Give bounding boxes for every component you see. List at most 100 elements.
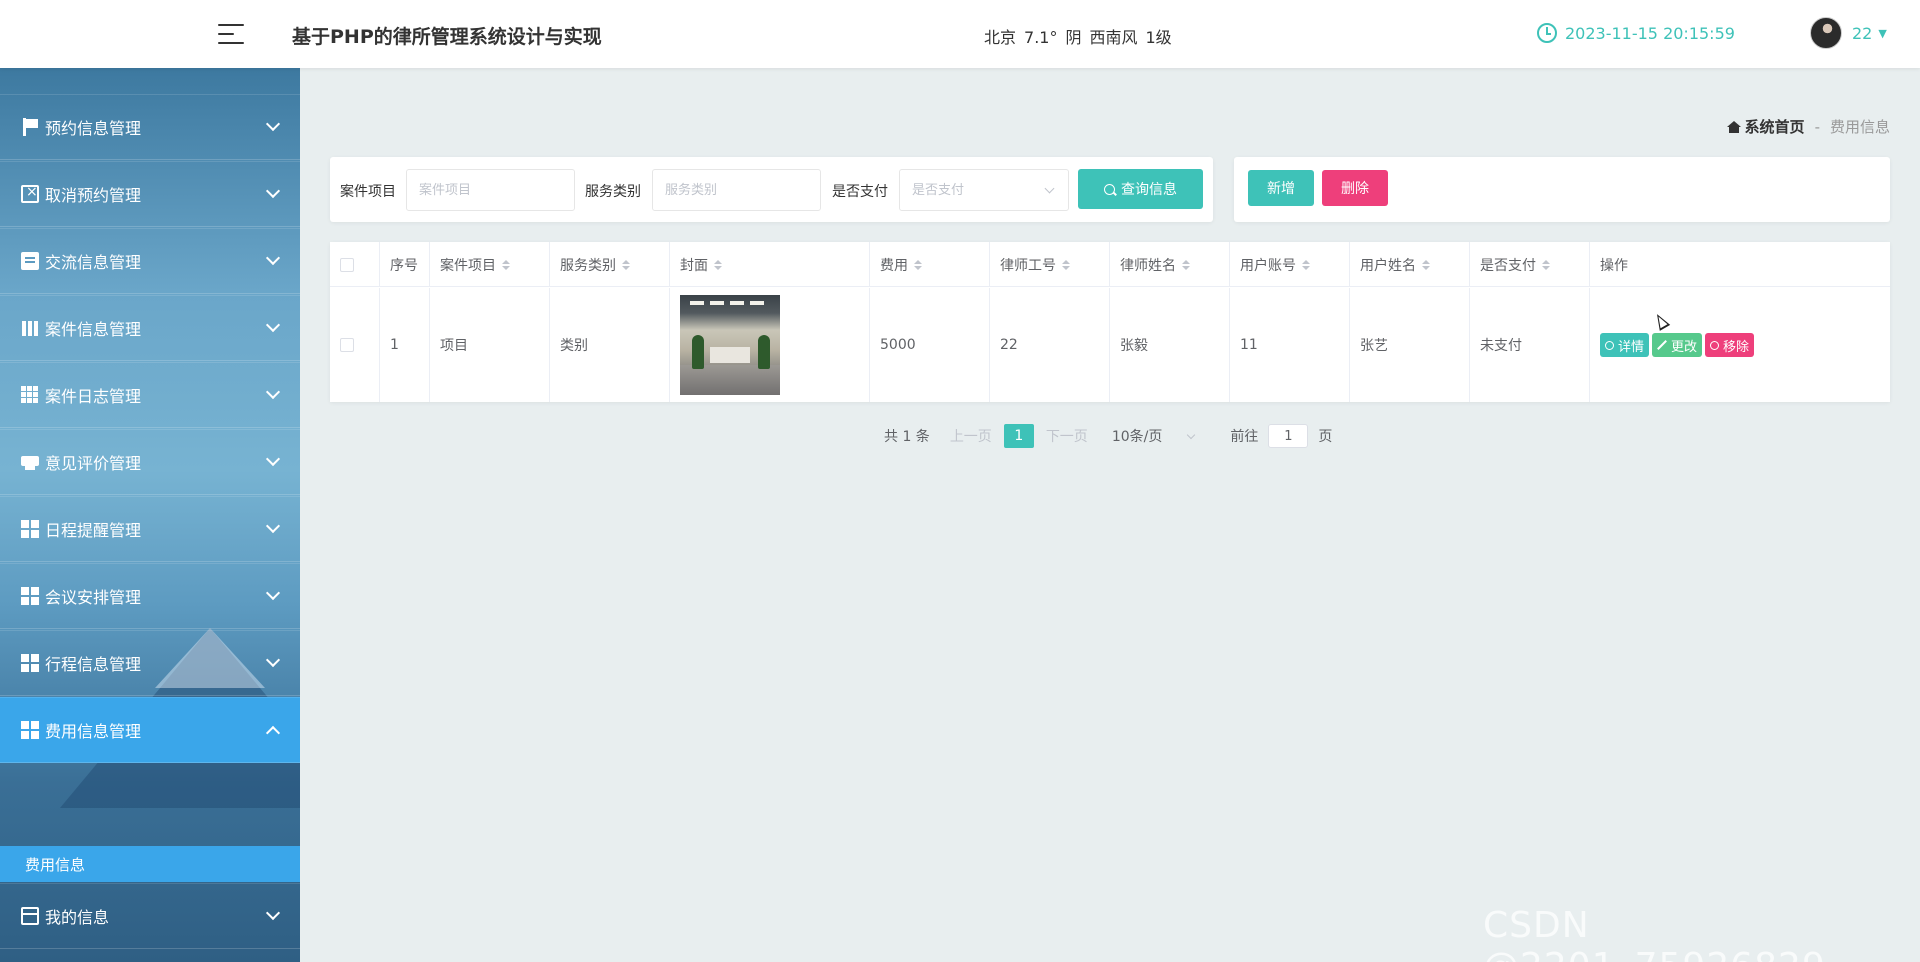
sort-icon[interactable] bbox=[914, 259, 922, 270]
chevron-down-icon bbox=[265, 451, 281, 467]
search-panel: 案件项目 服务类别 是否支付 查询信息 bbox=[330, 157, 1213, 222]
books-icon bbox=[21, 319, 39, 337]
sort-icon[interactable] bbox=[502, 259, 510, 270]
clipboard-icon bbox=[21, 252, 39, 270]
sidebar-item-itinerary[interactable]: 行程信息管理 bbox=[0, 630, 300, 696]
sidebar-item-appointment[interactable]: 预约信息管理 bbox=[0, 94, 300, 160]
cell-lawyer-name: 张毅 bbox=[1110, 288, 1230, 402]
sort-icon[interactable] bbox=[1542, 259, 1550, 270]
sort-icon[interactable] bbox=[622, 259, 630, 270]
sidebar-item-label: 案件信息管理 bbox=[45, 320, 142, 339]
delete-button[interactable]: 删除 bbox=[1322, 170, 1388, 206]
column-header[interactable]: 案件项目 bbox=[430, 242, 550, 287]
column-header[interactable]: 费用 bbox=[870, 242, 990, 287]
category-input[interactable] bbox=[652, 169, 821, 211]
sidebar-item-cancel-appointment[interactable]: 取消预约管理 bbox=[0, 161, 300, 227]
avatar[interactable] bbox=[1810, 17, 1842, 49]
column-header: 序号 bbox=[380, 242, 430, 287]
username[interactable]: 22 bbox=[1852, 24, 1872, 43]
pagination-total: 共 1 条 bbox=[884, 429, 930, 445]
next-page-button[interactable]: 下一页 bbox=[1046, 426, 1088, 446]
cover-image bbox=[680, 295, 780, 395]
card-icon bbox=[21, 907, 39, 925]
prev-page-button[interactable]: 上一页 bbox=[950, 426, 992, 446]
page-size-label: 10条/页 bbox=[1111, 429, 1163, 445]
datetime-text: 2023-11-15 20:15:59 bbox=[1565, 23, 1735, 43]
cell-lawyer-id: 22 bbox=[990, 288, 1110, 402]
page-suffix: 页 bbox=[1318, 429, 1333, 445]
home-icon bbox=[1726, 120, 1741, 133]
weather-level: 1级 bbox=[1145, 28, 1172, 47]
column-header[interactable]: 用户姓名 bbox=[1350, 242, 1470, 287]
sidebar-subitem-fee-info[interactable]: 费用信息 bbox=[0, 846, 300, 882]
sidebar-item-schedule[interactable]: 日程提醒管理 bbox=[0, 496, 300, 562]
breadcrumb-separator: - bbox=[1814, 117, 1820, 136]
column-header[interactable]: 封面 bbox=[670, 242, 870, 287]
sidebar-item-case-log[interactable]: 案件日志管理 bbox=[0, 362, 300, 428]
chevron-down-icon bbox=[265, 317, 281, 333]
row-checkbox[interactable] bbox=[340, 338, 354, 352]
menu-toggle-icon[interactable] bbox=[218, 22, 246, 46]
sidebar-item-label: 预约信息管理 bbox=[45, 119, 142, 138]
action-panel: 新增 删除 bbox=[1234, 157, 1890, 222]
cell-index: 1 bbox=[380, 288, 430, 402]
category-label: 服务类别 bbox=[585, 184, 641, 200]
sidebar-item-case[interactable]: 案件信息管理 bbox=[0, 295, 300, 361]
chevron-down-icon bbox=[265, 652, 281, 668]
remove-button[interactable]: 移除 bbox=[1705, 333, 1755, 357]
weather-temp: 7.1° bbox=[1024, 28, 1058, 47]
sort-icon[interactable] bbox=[714, 259, 722, 270]
sort-icon[interactable] bbox=[1302, 259, 1310, 270]
chevron-down-icon bbox=[265, 518, 281, 534]
breadcrumb-current: 费用信息 bbox=[1829, 118, 1890, 136]
select-all-checkbox[interactable] bbox=[340, 257, 354, 272]
caret-down-icon[interactable]: ▼ bbox=[1878, 27, 1886, 40]
sidebar-item-fees[interactable]: 费用信息管理 bbox=[0, 697, 300, 763]
sidebar-item-communication[interactable]: 交流信息管理 bbox=[0, 228, 300, 294]
add-button[interactable]: 新增 bbox=[1248, 170, 1314, 206]
detail-button[interactable]: 详情 bbox=[1600, 333, 1650, 357]
top-header: 基于PHP的律所管理系统设计与实现 北京 7.1° 阴西南风 1级 2023-11-1… bbox=[0, 0, 1920, 68]
dashboard-icon bbox=[21, 520, 39, 538]
goto-page-input[interactable] bbox=[1268, 424, 1309, 448]
chevron-down-icon bbox=[1187, 430, 1196, 439]
column-header[interactable]: 用户账号 bbox=[1230, 242, 1350, 287]
breadcrumb: 系统首页 - 费用信息 bbox=[1726, 116, 1890, 137]
search-icon bbox=[1605, 340, 1614, 350]
goto-label: 前往 bbox=[1230, 429, 1259, 445]
cell-category: 类别 bbox=[550, 288, 670, 402]
pagination: 共 1 条 上一页 1 下一页 10条/页 前往 页 bbox=[884, 424, 1332, 448]
user-menu[interactable]: 22 ▼ bbox=[1810, 17, 1887, 49]
column-header[interactable]: 是否支付 bbox=[1470, 242, 1590, 287]
paid-select[interactable] bbox=[899, 169, 1069, 211]
chevron-down-icon bbox=[265, 116, 281, 132]
page-number[interactable]: 1 bbox=[1003, 424, 1034, 448]
app-title: 基于PHP的律所管理系统设计与实现 bbox=[292, 26, 602, 48]
column-header[interactable]: 律师工号 bbox=[990, 242, 1110, 287]
column-header: 操作 bbox=[1600, 257, 1628, 274]
cell-operations: 详情 更改 移除 bbox=[1590, 288, 1890, 402]
breadcrumb-home[interactable]: 系统首页 bbox=[1745, 116, 1805, 137]
page-size-select[interactable]: 10条/页 bbox=[1111, 426, 1196, 446]
sort-icon[interactable] bbox=[1182, 259, 1190, 270]
sidebar-item-label: 案件日志管理 bbox=[45, 387, 142, 406]
cell-paid: 未支付 bbox=[1470, 288, 1590, 402]
sidebar-item-label: 日程提醒管理 bbox=[45, 521, 142, 540]
column-header[interactable]: 服务类别 bbox=[550, 242, 670, 287]
query-button-label: 查询信息 bbox=[1121, 182, 1177, 198]
dashboard-icon bbox=[21, 587, 39, 605]
sidebar-item-label: 交流信息管理 bbox=[45, 253, 142, 272]
project-input[interactable] bbox=[406, 169, 575, 211]
query-button[interactable]: 查询信息 bbox=[1078, 169, 1203, 209]
sidebar-item-feedback[interactable]: 意见评价管理 bbox=[0, 429, 300, 495]
sidebar-item-my-info[interactable]: 我的信息 bbox=[0, 883, 300, 949]
edit-button[interactable]: 更改 bbox=[1652, 333, 1703, 357]
column-header[interactable]: 律师姓名 bbox=[1110, 242, 1230, 287]
sort-icon[interactable] bbox=[1062, 259, 1070, 270]
sort-icon[interactable] bbox=[1422, 259, 1430, 270]
sidebar-item-meeting[interactable]: 会议安排管理 bbox=[0, 563, 300, 629]
sidebar-item-label: 费用信息管理 bbox=[45, 722, 142, 741]
select-all-cell bbox=[330, 242, 380, 287]
dashboard-icon bbox=[21, 721, 39, 739]
clock-icon bbox=[1537, 23, 1557, 43]
